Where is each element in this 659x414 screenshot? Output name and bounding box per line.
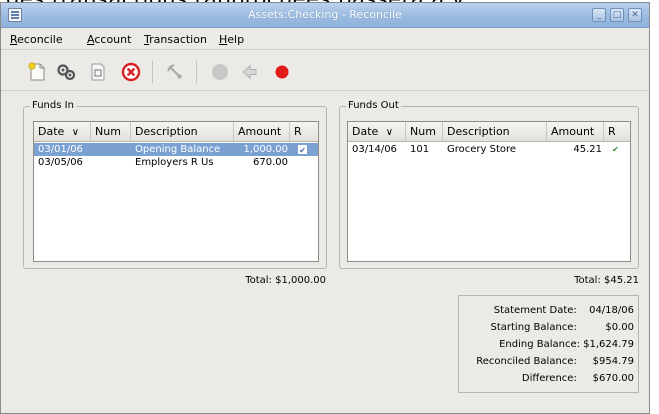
- delete-icon[interactable]: [120, 61, 142, 83]
- summary-label: Starting Balance:: [490, 322, 577, 333]
- table-row[interactable]: 03/01/06 Opening Balance 1,000.00 ✔: [34, 143, 318, 156]
- cell-amount: 670.00: [253, 157, 288, 168]
- table-row[interactable]: 03/05/06 Employers R Us 670.00: [34, 156, 318, 169]
- table-row[interactable]: 03/14/06 101 Grocery Store 45.21 ✔: [348, 143, 630, 156]
- cell-date: 03/05/06: [38, 157, 83, 168]
- difference-value: $670.00: [592, 373, 634, 384]
- funds-in-table[interactable]: Date ∨ Num Description Amount R 03/01/06…: [33, 121, 319, 262]
- cell-num: [91, 156, 95, 169]
- reconcile-window: Assets:Checking - Reconcile _ □ ✕ Reconc…: [0, 2, 650, 414]
- finish-icon[interactable]: [271, 61, 293, 83]
- cell-description: Grocery Store: [447, 144, 517, 155]
- toolbar-separator: [152, 61, 153, 83]
- cell-amount: 1,000.00: [243, 144, 288, 155]
- sort-arrow-icon: ∨: [385, 127, 394, 138]
- funds-out-table[interactable]: Date ∨ Num Description Amount R 03/14/06…: [347, 121, 631, 262]
- balance-icon[interactable]: [209, 61, 231, 83]
- cell-description: Employers R Us: [135, 157, 214, 168]
- reconcile-checkbox[interactable]: [298, 158, 307, 167]
- column-header-amount[interactable]: Amount: [547, 122, 604, 141]
- cell-amount: 45.21: [573, 144, 602, 155]
- funds-out-total: Total: $45.21: [574, 275, 639, 286]
- column-header-description[interactable]: Description: [443, 122, 547, 141]
- cell-date: 03/14/06: [352, 144, 397, 155]
- title-bar[interactable]: Assets:Checking - Reconcile _ □ ✕: [1, 3, 649, 28]
- funds-in-label: Funds In: [30, 100, 76, 111]
- column-header-amount[interactable]: Amount: [234, 122, 290, 141]
- menu-account-rest: ccount: [94, 33, 132, 46]
- statement-date-value: 04/18/06: [589, 305, 634, 316]
- difference-row: Difference: $670.00: [522, 373, 634, 389]
- funds-in-total: Total: $1,000.00: [245, 275, 326, 286]
- menu-help[interactable]: Help: [219, 33, 244, 46]
- summary-label: Difference:: [521, 373, 577, 384]
- column-header-date[interactable]: Date ∨: [348, 122, 406, 141]
- ending-balance-value: $1,624.79: [583, 339, 634, 350]
- maximize-button[interactable]: □: [610, 8, 624, 22]
- sort-arrow-icon: ∨: [71, 127, 80, 138]
- menu-reconcile-rest: econcile: [17, 33, 63, 46]
- reconcile-summary: Statement Date: 04/18/06 Starting Balanc…: [458, 295, 639, 393]
- cell-num: 101: [410, 144, 430, 155]
- cell-description: Opening Balance: [135, 144, 221, 155]
- starting-balance-value: $0.00: [605, 322, 634, 333]
- cell-num: [91, 143, 95, 156]
- column-header-num[interactable]: Num: [91, 122, 131, 141]
- window-title: Assets:Checking - Reconcile: [248, 8, 402, 21]
- statement-date-row: Statement Date: 04/18/06: [494, 305, 634, 321]
- toolbar-separator: [196, 61, 197, 83]
- menu-transaction-rest: ransaction: [149, 33, 207, 46]
- cell-date: 03/01/06: [38, 144, 83, 155]
- funds-out-group: Funds Out Date ∨ Num Description Amount …: [339, 100, 639, 269]
- column-header-num[interactable]: Num: [406, 122, 443, 141]
- edit-icon[interactable]: [87, 61, 109, 83]
- funds-in-header: Date ∨ Num Description Amount R: [34, 122, 318, 142]
- reconciled-balance-value: $954.79: [592, 356, 634, 367]
- reconcile-checkbox[interactable]: ✔: [611, 145, 620, 154]
- close-button[interactable]: ✕: [628, 8, 642, 22]
- new-transaction-icon[interactable]: [26, 61, 48, 83]
- menu-bar: Reconcile Account Transaction Help: [1, 28, 649, 50]
- ending-balance-row: Ending Balance: $1,624.79: [499, 339, 634, 355]
- summary-label: Ending Balance:: [499, 339, 580, 350]
- open-account-icon[interactable]: [164, 61, 186, 83]
- funds-out-header: Date ∨ Num Description Amount R: [348, 122, 630, 142]
- column-header-description[interactable]: Description: [131, 122, 234, 141]
- postpone-icon[interactable]: [239, 61, 261, 83]
- reconcile-checkbox[interactable]: ✔: [298, 145, 307, 155]
- summary-label: Statement Date:: [493, 305, 577, 316]
- menu-help-rest: elp: [227, 33, 245, 46]
- funds-out-label: Funds Out: [346, 100, 401, 111]
- reconciled-balance-row: Reconciled Balance: $954.79: [476, 356, 634, 372]
- starting-balance-row: Starting Balance: $0.00: [490, 322, 634, 338]
- menu-reconcile[interactable]: Reconcile: [10, 33, 63, 46]
- column-header-reconciled[interactable]: R: [290, 122, 320, 141]
- column-header-reconciled[interactable]: R: [604, 122, 632, 141]
- column-header-date[interactable]: Date ∨: [34, 122, 91, 141]
- summary-label: Reconciled Balance:: [476, 356, 577, 367]
- menu-account[interactable]: Account: [87, 33, 131, 46]
- toolbar: [1, 51, 649, 91]
- transfer-icon[interactable]: [55, 61, 77, 83]
- minimize-button[interactable]: _: [592, 8, 606, 22]
- funds-in-group: Funds In Date ∨ Num Description Amount R…: [23, 100, 327, 269]
- menu-transaction[interactable]: Transaction: [144, 33, 207, 46]
